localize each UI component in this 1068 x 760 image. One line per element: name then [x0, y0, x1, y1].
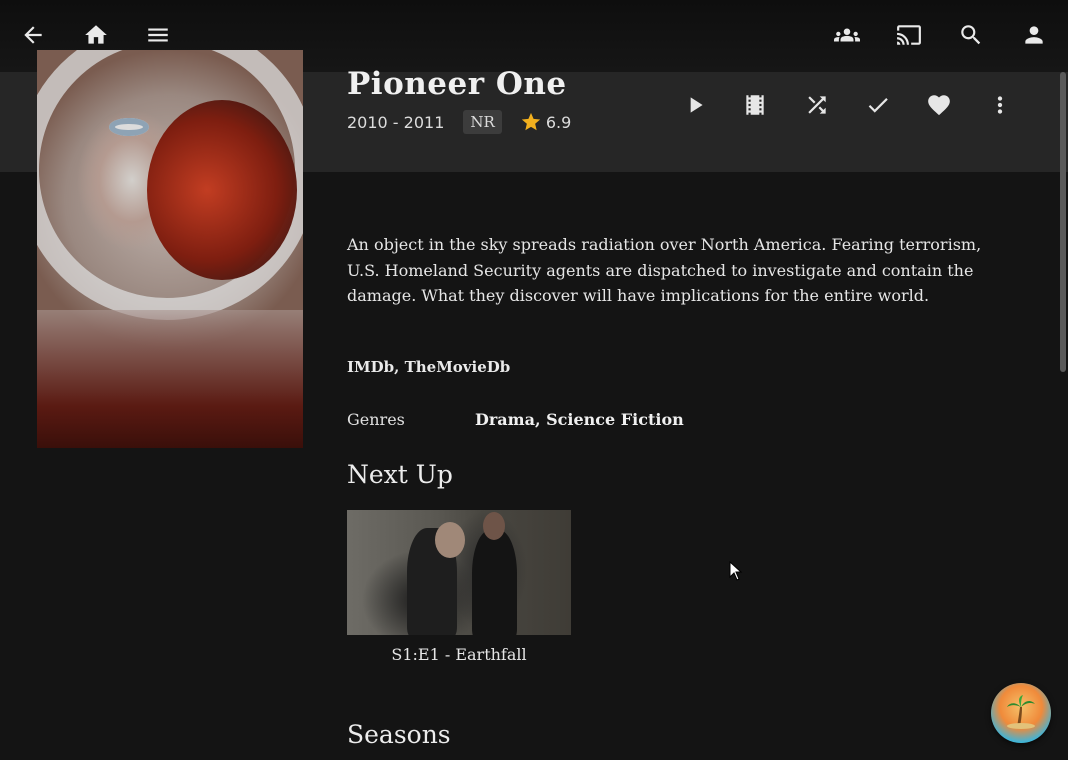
thumbnail-figure [483, 512, 505, 540]
community-rating: 6.9 [520, 111, 571, 133]
island-logo-button[interactable] [991, 683, 1051, 743]
episode-label[interactable]: S1:E1 - Earthfall [347, 645, 571, 664]
home-icon[interactable] [76, 15, 116, 55]
rating-value: 6.9 [545, 112, 572, 132]
next-up-episode-card[interactable] [347, 510, 571, 635]
cast-icon[interactable] [889, 15, 929, 55]
meta-row: 2010 - 2011 NR 6.9 [347, 108, 571, 136]
links-separator: , [394, 358, 405, 376]
next-up-heading: Next Up [347, 460, 453, 489]
trailer-icon [746, 95, 764, 115]
poster-shade [37, 310, 303, 448]
user-icon[interactable] [1014, 15, 1054, 55]
overview-text: An object in the sky spreads radiation o… [347, 235, 982, 305]
year-range: 2010 - 2011 [347, 112, 445, 132]
shuffle-button[interactable] [797, 85, 837, 125]
genres-label: Genres [347, 410, 405, 429]
favorite-button[interactable] [919, 85, 959, 125]
played-check-icon [868, 98, 888, 113]
users-icon[interactable] [827, 15, 867, 55]
menu-icon[interactable] [138, 15, 178, 55]
themoviedb-link[interactable]: TheMovieDb [405, 358, 511, 376]
palm-tree-icon [1007, 695, 1035, 729]
page-title: Pioneer One [347, 66, 567, 102]
external-links: IMDb, TheMovieDb [347, 358, 510, 376]
thumbnail-figure [435, 522, 465, 558]
favorite-heart-icon [928, 95, 950, 116]
series-poster [37, 50, 303, 448]
seasons-heading: Seasons [347, 720, 451, 749]
poster-eye [109, 118, 149, 136]
poster-visor [147, 100, 297, 280]
imdb-link[interactable]: IMDb [347, 358, 394, 376]
mouse-cursor [729, 560, 743, 581]
play-icon [690, 97, 703, 113]
genres-value[interactable]: Drama, Science Fiction [475, 410, 684, 429]
more-button[interactable] [980, 85, 1020, 125]
mark-played-button[interactable] [858, 85, 898, 125]
more-icon [997, 96, 1003, 114]
arrow-left-icon[interactable] [13, 15, 53, 55]
scrollbar-thumb[interactable] [1060, 72, 1066, 372]
trailer-button[interactable] [735, 85, 775, 125]
search-icon[interactable] [951, 15, 991, 55]
thumbnail-figure [472, 530, 517, 635]
shuffle-icon [808, 96, 826, 114]
parental-rating-badge: NR [463, 110, 502, 134]
play-button[interactable] [675, 85, 715, 125]
star-icon [521, 112, 540, 131]
